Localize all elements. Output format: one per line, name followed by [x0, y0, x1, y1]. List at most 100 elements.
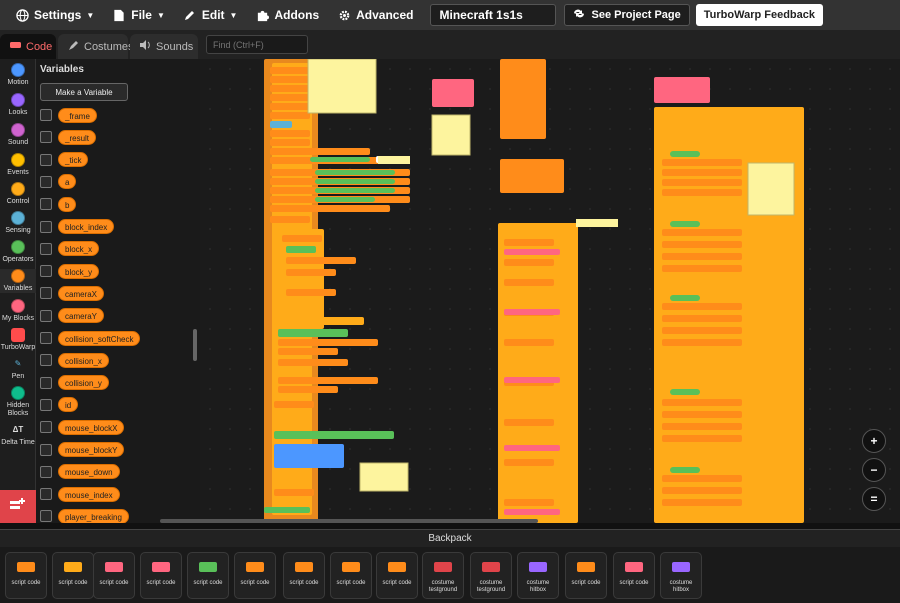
workspace-scrollbar[interactable]: [160, 519, 538, 523]
project-title-input[interactable]: [430, 4, 557, 26]
backpack-item-label: costume hitbox: [526, 580, 550, 593]
variable-block[interactable]: _result: [58, 129, 97, 145]
speaker-icon: [140, 40, 151, 53]
variable-row: a: [40, 174, 77, 190]
zoom-out-button[interactable]: −: [862, 458, 886, 482]
category-label: TurboWarp: [0, 344, 36, 351]
backpack-item[interactable]: costume testground: [422, 552, 464, 599]
variable-block[interactable]: cameraX: [58, 285, 105, 301]
variable-block[interactable]: mouse_blockY: [58, 442, 125, 457]
block-palette: Variables Make a Variable _frame _result _…: [36, 59, 200, 523]
backpack-item[interactable]: script code: [565, 552, 607, 599]
tab-sounds[interactable]: Sounds: [130, 34, 198, 59]
backpack-item-label: script code: [146, 580, 176, 586]
variable-monitor-checkbox[interactable]: [40, 488, 52, 501]
variable-block[interactable]: collision_softCheck: [58, 330, 141, 346]
variable-block[interactable]: a: [58, 174, 77, 190]
variable-monitor-checkbox[interactable]: [40, 175, 52, 188]
variable-monitor-checkbox[interactable]: [40, 287, 52, 300]
file-menu[interactable]: File ▼: [103, 0, 174, 30]
backpack-item[interactable]: costume hitbox: [517, 552, 559, 599]
variable-monitor-checkbox[interactable]: [40, 421, 52, 434]
backpack-item[interactable]: script code: [283, 552, 325, 599]
find-input[interactable]: [206, 35, 308, 54]
category-variables[interactable]: Variables: [0, 269, 36, 293]
backpack-item[interactable]: script code: [330, 552, 372, 599]
zoom-in-button[interactable]: +: [862, 429, 886, 453]
variable-monitor-checkbox[interactable]: [40, 242, 52, 255]
variable-block[interactable]: id: [58, 397, 79, 413]
variable-block[interactable]: block_index: [58, 219, 115, 234]
backpack-thumbnail: [291, 556, 317, 578]
variable-monitor-checkbox[interactable]: [40, 109, 52, 121]
backpack-header[interactable]: Backpack: [0, 529, 900, 547]
category-dot-icon: [11, 123, 25, 137]
variable-row: block_x: [40, 241, 100, 257]
script-workspace[interactable]: + − =: [200, 59, 900, 523]
variable-block[interactable]: block_y: [58, 263, 100, 279]
addons-button[interactable]: Addons: [246, 0, 328, 30]
palette-scrollbar[interactable]: [193, 329, 197, 361]
category-sensing[interactable]: Sensing: [0, 211, 36, 235]
variable-block[interactable]: mouse_blockX: [58, 419, 125, 435]
category-my-blocks[interactable]: My Blocks: [0, 299, 36, 323]
category-control[interactable]: Control: [0, 182, 36, 206]
variable-monitor-checkbox[interactable]: [40, 131, 52, 144]
category-looks[interactable]: Looks: [0, 93, 36, 117]
variable-monitor-checkbox[interactable]: [40, 153, 52, 166]
backpack-item[interactable]: script code: [187, 552, 229, 599]
zoom-reset-button[interactable]: =: [862, 487, 886, 511]
backpack-item[interactable]: script code: [234, 552, 276, 599]
backpack-item-label: script code: [619, 580, 649, 586]
feedback-button[interactable]: TurboWarp Feedback: [695, 4, 824, 26]
make-variable-button[interactable]: Make a Variable: [40, 83, 128, 101]
variable-monitor-checkbox[interactable]: [40, 220, 52, 233]
see-project-button[interactable]: See Project Page: [564, 4, 690, 26]
variable-block[interactable]: player_breaking: [58, 508, 129, 523]
add-extension-button[interactable]: [0, 490, 36, 523]
category-delta-time[interactable]: ΔT Delta Time: [0, 423, 36, 447]
category-turbowarp[interactable]: TurboWarp: [0, 328, 36, 352]
variable-block[interactable]: b: [58, 196, 77, 212]
variable-monitor-checkbox[interactable]: [40, 376, 52, 389]
variable-block[interactable]: mouse_index: [58, 486, 120, 502]
variable-monitor-checkbox[interactable]: [40, 398, 52, 411]
variable-row: collision_x: [40, 352, 109, 368]
variable-block[interactable]: _frame: [58, 107, 97, 123]
backpack-item[interactable]: costume testground: [470, 552, 512, 599]
category-hidden-blocks[interactable]: Hidden Blocks: [0, 386, 36, 418]
category-dot-icon: [11, 240, 25, 254]
variable-monitor-checkbox[interactable]: [40, 465, 52, 478]
variable-block[interactable]: collision_x: [58, 352, 109, 368]
backpack-item[interactable]: script code: [52, 552, 94, 599]
category-sound[interactable]: Sound: [0, 123, 36, 147]
variable-monitor-checkbox[interactable]: [40, 443, 52, 456]
variable-monitor-checkbox[interactable]: [40, 510, 52, 523]
variable-monitor-checkbox[interactable]: [40, 354, 52, 367]
variable-monitor-checkbox[interactable]: [40, 309, 52, 322]
variable-monitor-checkbox[interactable]: [40, 332, 52, 344]
variable-monitor-checkbox[interactable]: [40, 198, 52, 211]
category-pen[interactable]: ✎ Pen: [0, 357, 36, 381]
advanced-menu[interactable]: Advanced: [328, 0, 422, 30]
tab-code[interactable]: Code: [0, 34, 56, 59]
settings-menu[interactable]: Settings ▼: [6, 0, 103, 30]
variable-block[interactable]: mouse_down: [58, 464, 120, 480]
tab-costumes[interactable]: Costumes: [58, 34, 134, 59]
backpack-item[interactable]: costume hitbox: [660, 552, 702, 599]
variable-block[interactable]: _tick: [58, 152, 89, 168]
backpack-item[interactable]: script code: [613, 552, 655, 599]
category-events[interactable]: Events: [0, 153, 36, 177]
backpack-item[interactable]: script code: [140, 552, 182, 599]
variable-block[interactable]: collision_y: [58, 375, 109, 391]
backpack-item[interactable]: script code: [5, 552, 47, 599]
edit-menu[interactable]: Edit ▼: [174, 0, 247, 30]
backpack-item[interactable]: script code: [93, 552, 135, 599]
variable-block[interactable]: block_x: [58, 241, 100, 257]
variable-monitor-checkbox[interactable]: [40, 265, 52, 278]
backpack-item[interactable]: script code: [376, 552, 418, 599]
category-operators[interactable]: Operators: [0, 240, 36, 264]
variable-block[interactable]: cameraY: [58, 308, 105, 324]
category-label: Pen: [11, 373, 25, 380]
category-motion[interactable]: Motion: [0, 63, 36, 87]
